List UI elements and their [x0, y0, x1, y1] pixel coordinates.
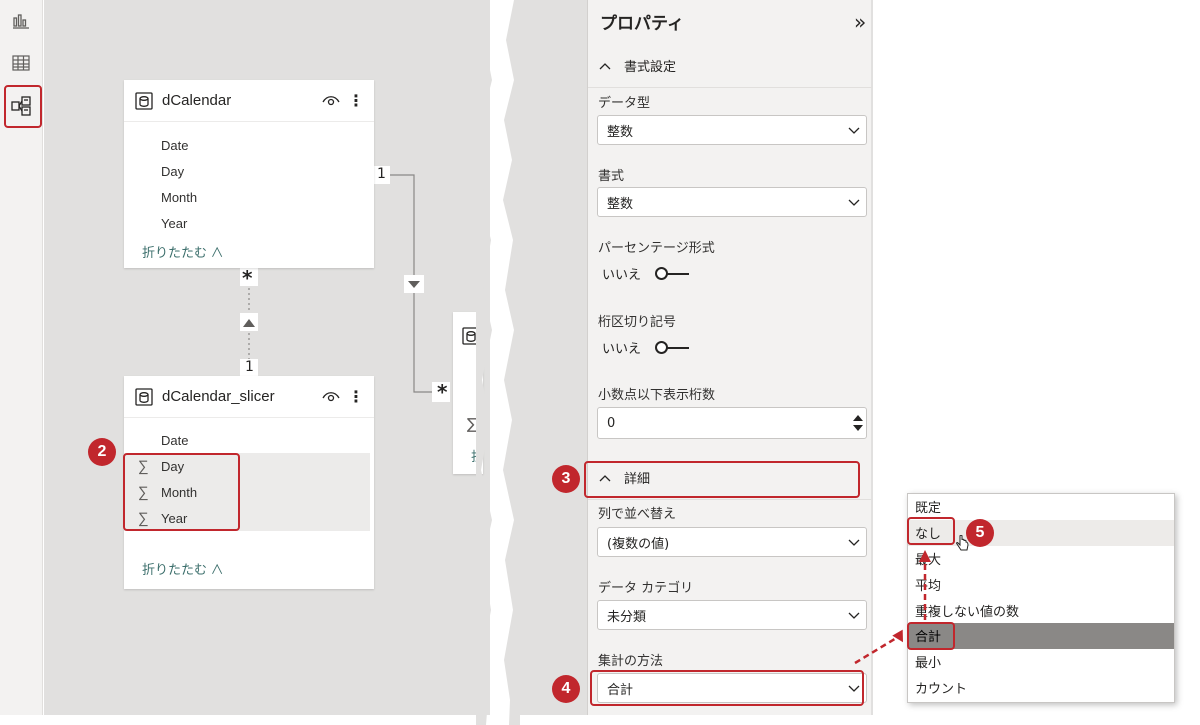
section-format-header[interactable]: 書式設定	[588, 44, 872, 88]
table-icon	[135, 387, 153, 406]
collapse-link[interactable]: 折りたたむ ∧	[124, 242, 374, 261]
data-category-value: 未分類	[607, 609, 647, 625]
toggle-switch-icon	[655, 340, 690, 355]
sort-by-column-label: 列で並べ替え	[598, 507, 677, 522]
thousands-separator-label: 桁区切り記号	[598, 315, 677, 330]
table-card-header[interactable]: dCalendar_slicer ⋮	[124, 376, 374, 418]
chevron-down-icon	[848, 127, 860, 134]
relationship-many-label: *	[437, 380, 448, 404]
visibility-icon[interactable]	[322, 94, 340, 108]
decimal-places-value: 0	[607, 415, 616, 431]
properties-pane: プロパティ » 書式設定 データ型 整数 書式 整数 パーセンテージ形式 いいえ…	[587, 0, 872, 715]
table-name: dCalendar_slicer	[162, 388, 275, 405]
data-type-dropdown[interactable]: 整数	[597, 115, 867, 145]
torn-edge-divider	[476, 0, 520, 725]
annotation-arrows	[854, 550, 931, 665]
table-card-header[interactable]: dCalendar ⋮	[124, 80, 374, 122]
relationship-many-label: *	[242, 266, 253, 290]
option-count[interactable]: カウント	[908, 675, 1174, 701]
thousands-separator-toggle[interactable]: いいえ	[602, 338, 690, 357]
data-view-icon[interactable]	[10, 52, 32, 74]
percent-format-label: パーセンテージ形式	[598, 241, 715, 256]
spinner-arrows-icon[interactable]	[852, 412, 864, 434]
collapse-pane-icon[interactable]: »	[854, 10, 866, 34]
step-badge-3: 3	[552, 465, 580, 493]
option-max[interactable]: 最大	[908, 546, 1174, 572]
sort-by-column-value: (複数の値)	[607, 536, 670, 552]
field-date[interactable]: Date	[124, 132, 374, 158]
relationship-one-label: 1	[245, 359, 254, 375]
report-view-icon[interactable]	[10, 10, 32, 32]
decimal-places-spinner[interactable]: 0	[597, 407, 867, 439]
visibility-icon[interactable]	[322, 390, 340, 404]
view-rail	[0, 0, 43, 715]
option-default[interactable]: 既定	[908, 494, 1174, 520]
step-badge-4: 4	[552, 675, 580, 703]
more-options-icon[interactable]: ⋮	[348, 91, 364, 110]
decimal-places-label: 小数点以下表示桁数	[598, 388, 716, 403]
table-card-dcalendar[interactable]: dCalendar ⋮ Date Day Month Year 折りたたむ ∧	[124, 80, 374, 268]
collapse-link[interactable]: 折りたたむ ∧	[124, 559, 374, 578]
option-min[interactable]: 最小	[908, 649, 1174, 675]
toggle-switch-icon	[655, 266, 690, 281]
field-month[interactable]: Month	[124, 184, 374, 210]
field-date[interactable]: Date	[124, 427, 374, 453]
advanced-section-highlight	[584, 461, 860, 498]
table-icon	[135, 91, 153, 110]
option-count-distinct[interactable]: 重複しない値の数	[908, 597, 1174, 623]
format-label: 書式	[598, 169, 625, 184]
format-value: 整数	[607, 196, 634, 212]
table-name: dCalendar	[162, 92, 232, 109]
relationship-one-label: 1	[377, 166, 386, 182]
summarize-by-highlight	[590, 670, 864, 706]
field-year[interactable]: Year	[124, 210, 374, 236]
data-category-dropdown[interactable]: 未分類	[597, 600, 867, 630]
section-format-label: 書式設定	[624, 60, 677, 75]
chevron-up-icon	[599, 62, 611, 69]
more-options-icon[interactable]: ⋮	[348, 387, 364, 406]
thousands-separator-value: いいえ	[602, 342, 642, 357]
properties-title: プロパティ	[600, 14, 684, 34]
sort-by-column-dropdown[interactable]: (複数の値)	[597, 527, 867, 557]
sum-fields-highlight	[123, 453, 240, 531]
summarize-by-label: 集計の方法	[598, 654, 664, 669]
data-type-value: 整数	[607, 124, 634, 140]
format-dropdown[interactable]: 整数	[597, 187, 867, 217]
hand-cursor-icon	[956, 535, 969, 551]
data-category-label: データ カテゴリ	[598, 581, 694, 596]
step-badge-2: 2	[88, 438, 116, 466]
field-day[interactable]: Day	[124, 158, 374, 184]
model-view-icon[interactable]	[10, 95, 32, 117]
chevron-down-icon	[848, 199, 860, 206]
percent-format-toggle[interactable]: いいえ	[602, 264, 690, 283]
option-average[interactable]: 平均	[908, 571, 1174, 597]
step-badge-5: 5	[966, 519, 994, 547]
data-type-label: データ型	[598, 96, 651, 111]
percent-format-value: いいえ	[602, 268, 642, 283]
